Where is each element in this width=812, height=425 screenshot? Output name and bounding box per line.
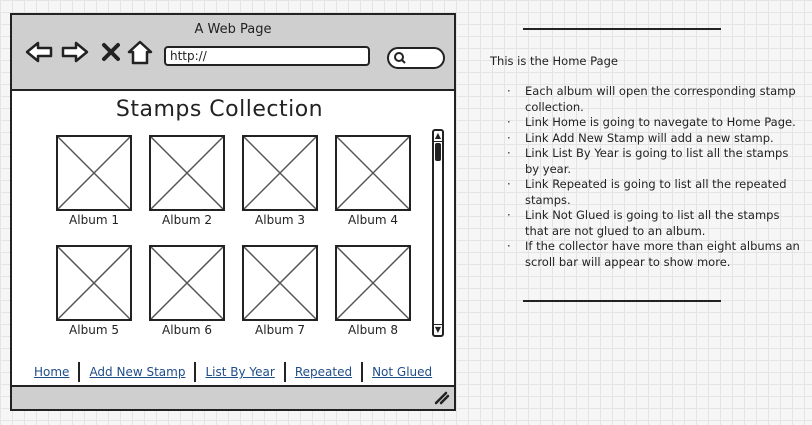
resize-grip-icon[interactable] [434, 391, 450, 405]
album-8[interactable]: Album 8 [335, 245, 411, 337]
scroll-up-icon[interactable]: ▲ [434, 131, 442, 142]
scroll-down-icon[interactable]: ▼ [434, 324, 442, 335]
note-list: · Each album will open the corresponding … [504, 84, 804, 270]
note-item: · Link Not Glued is going to list all the… [507, 208, 780, 238]
note-item: · Link Add New Stamp will add a new stamp… [507, 130, 774, 145]
album-label: Album 6 [162, 323, 212, 337]
album-label: Album 2 [162, 213, 212, 227]
album-image[interactable] [56, 135, 132, 211]
album-image[interactable] [149, 245, 225, 321]
link-divider [78, 362, 81, 382]
link-divider [283, 362, 286, 382]
browser-toolbar: A Web Page http:// [12, 15, 454, 91]
album-label: Album 5 [69, 323, 119, 337]
page-content: Stamps Collection Album 1 Album 2 Album … [12, 91, 454, 387]
vertical-scrollbar[interactable]: ▲ ▼ [432, 129, 444, 337]
album-label: Album 4 [348, 213, 398, 227]
url-input[interactable]: http:// [164, 46, 370, 66]
album-image[interactable] [242, 135, 318, 211]
album-label: Album 1 [69, 213, 119, 227]
scrollbar-thumb[interactable] [435, 143, 441, 161]
close-icon[interactable] [101, 42, 121, 66]
browser-window: A Web Page http:// Stamps Collection Alb… [10, 13, 456, 411]
note-item: · Each album will open the corresponding … [507, 84, 796, 114]
album-label: Album 3 [255, 213, 305, 227]
status-bar [12, 385, 454, 409]
album-1[interactable]: Album 1 [56, 135, 132, 227]
search-input[interactable] [387, 47, 445, 69]
note-item: · Link List By Year is going to list all … [507, 146, 789, 176]
album-label: Album 8 [348, 323, 398, 337]
album-6[interactable]: Album 6 [149, 245, 225, 337]
link-divider [361, 362, 364, 382]
note-intro: This is the Home Page [490, 54, 618, 68]
note-top-rule [523, 28, 721, 30]
link-home[interactable]: Home [34, 365, 69, 379]
album-5[interactable]: Album 5 [56, 245, 132, 337]
link-list-by-year[interactable]: List By Year [205, 365, 274, 379]
home-icon[interactable] [126, 39, 154, 69]
search-icon [394, 52, 406, 64]
page-title: Stamps Collection [115, 97, 324, 122]
album-label: Album 7 [255, 323, 305, 337]
album-image[interactable] [56, 245, 132, 321]
link-add-new-stamp[interactable]: Add New Stamp [89, 365, 185, 379]
album-3[interactable]: Album 3 [242, 135, 318, 227]
album-image[interactable] [335, 135, 411, 211]
back-arrow-icon[interactable] [24, 40, 54, 68]
forward-arrow-icon[interactable] [60, 40, 90, 68]
note-item: · Link Repeated is going to list all the … [507, 177, 787, 207]
note-item: · If the collector have more than eight a… [507, 239, 800, 269]
footer-links: Home Add New Stamp List By Year Repeated… [34, 360, 434, 384]
window-title: A Web Page [194, 22, 272, 37]
album-7[interactable]: Album 7 [242, 245, 318, 337]
link-repeated[interactable]: Repeated [295, 365, 352, 379]
album-4[interactable]: Album 4 [335, 135, 411, 227]
album-2[interactable]: Album 2 [149, 135, 225, 227]
album-image[interactable] [149, 135, 225, 211]
link-not-glued[interactable]: Not Glued [372, 365, 432, 379]
album-image[interactable] [335, 245, 411, 321]
link-divider [194, 362, 197, 382]
note-bottom-rule [523, 300, 721, 302]
album-image[interactable] [242, 245, 318, 321]
note-item: · Link Home is going to navegate to Home … [507, 115, 796, 129]
